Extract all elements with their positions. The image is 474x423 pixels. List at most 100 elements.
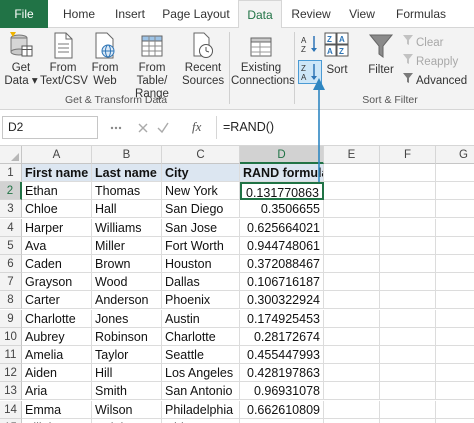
empty-cell[interactable] (436, 382, 474, 401)
table-cell[interactable]: Williams (92, 218, 162, 237)
table-cell[interactable]: Ava (22, 236, 92, 255)
empty-cell[interactable] (324, 200, 380, 219)
table-cell[interactable]: 0.625664021 (240, 218, 324, 237)
column-header-e[interactable]: E (324, 146, 380, 164)
table-cell[interactable]: 0.174925453 (240, 309, 324, 328)
table-cell[interactable]: Charlotte (22, 309, 92, 328)
empty-cell[interactable] (380, 418, 436, 423)
table-cell[interactable]: 0.372088467 (240, 255, 324, 273)
tab-insert[interactable]: Insert (106, 0, 154, 28)
table-cell[interactable]: Aubrey (22, 327, 92, 346)
empty-cell[interactable] (380, 309, 436, 328)
get-data-button[interactable]: Get Data ▾ (4, 32, 38, 88)
row-header[interactable]: 4 (0, 218, 22, 237)
table-cell[interactable]: 0.662610809 (240, 400, 324, 419)
table-cell[interactable]: 0.944748061 (240, 236, 324, 255)
empty-cell[interactable] (324, 364, 380, 383)
table-cell[interactable]: Philadelphia (162, 400, 240, 419)
table-cell[interactable]: Thomas (92, 182, 162, 201)
header-cell[interactable]: Last name (92, 164, 162, 182)
formula-input[interactable]: =RAND() (216, 116, 472, 139)
from-web-button[interactable]: From Web (88, 32, 122, 88)
row-header[interactable]: 14 (0, 400, 22, 419)
empty-cell[interactable] (436, 346, 474, 364)
cancel-entry-icon[interactable] (136, 116, 150, 139)
tab-home[interactable]: Home (52, 0, 106, 28)
empty-cell[interactable] (324, 164, 380, 182)
row-header[interactable]: 3 (0, 200, 22, 219)
empty-cell[interactable] (380, 164, 436, 182)
row-header[interactable]: 5 (0, 236, 22, 255)
filter-button[interactable]: Filter (364, 32, 398, 77)
empty-cell[interactable] (436, 273, 474, 292)
empty-cell[interactable] (380, 182, 436, 201)
column-header-c[interactable]: C (162, 146, 240, 164)
empty-cell[interactable] (436, 310, 474, 328)
table-cell[interactable]: New York (162, 182, 240, 201)
tab-file[interactable]: File (0, 0, 48, 28)
empty-cell[interactable] (380, 327, 436, 346)
row-header[interactable]: 6 (0, 255, 22, 273)
recent-sources-button[interactable]: Recent Sources (182, 32, 224, 88)
table-cell[interactable]: Ethan (22, 182, 92, 201)
empty-cell[interactable] (324, 218, 380, 237)
column-header-a[interactable]: A (22, 146, 92, 164)
table-cell[interactable]: Fort Worth (162, 236, 240, 255)
empty-cell[interactable] (436, 401, 474, 419)
table-cell[interactable]: Hall (92, 200, 162, 219)
table-cell[interactable]: San Antonio (162, 382, 240, 401)
row-header[interactable]: 1 (0, 164, 22, 182)
row-header[interactable]: 13 (0, 382, 22, 401)
table-cell[interactable]: Elijah (22, 418, 92, 423)
empty-cell[interactable] (380, 291, 436, 310)
table-cell[interactable]: 0.545732169 (240, 418, 324, 423)
empty-cell[interactable] (436, 164, 474, 182)
row-header[interactable]: 10 (0, 327, 22, 346)
empty-cell[interactable] (436, 182, 474, 201)
table-cell[interactable]: 0.428197863 (240, 364, 324, 383)
table-cell[interactable]: Harper (22, 218, 92, 237)
empty-cell[interactable] (436, 291, 474, 310)
reapply-button[interactable]: Reapply (402, 53, 458, 69)
table-cell[interactable]: Austin (162, 309, 240, 328)
table-cell[interactable]: Houston (162, 255, 240, 273)
table-cell[interactable]: 0.96931078 (240, 382, 324, 401)
table-cell[interactable]: Emma (22, 400, 92, 419)
row-header[interactable]: 12 (0, 364, 22, 383)
empty-cell[interactable] (324, 236, 380, 255)
table-cell[interactable]: Carter (22, 291, 92, 310)
empty-cell[interactable] (436, 200, 474, 219)
table-cell[interactable]: Caden (22, 255, 92, 273)
row-header[interactable]: 8 (0, 291, 22, 310)
empty-cell[interactable] (380, 364, 436, 383)
tab-formulas[interactable]: Formulas (388, 0, 454, 28)
from-text-csv-button[interactable]: From Text/CSV (40, 32, 88, 88)
clear-filter-button[interactable]: Clear (402, 34, 443, 50)
table-cell[interactable]: Wilson (92, 400, 162, 419)
empty-cell[interactable] (380, 346, 436, 364)
column-header-f[interactable]: F (380, 146, 436, 164)
empty-cell[interactable] (436, 364, 474, 383)
empty-cell[interactable] (436, 237, 474, 255)
table-cell[interactable]: Aiden (22, 364, 92, 383)
header-cell[interactable]: City (162, 164, 240, 182)
sort-a-to-z-button[interactable]: A Z (300, 34, 320, 54)
table-cell[interactable]: Wright (92, 418, 162, 423)
empty-cell[interactable] (436, 328, 474, 346)
column-header-g[interactable]: G (436, 146, 474, 164)
empty-cell[interactable] (380, 218, 436, 237)
empty-cell[interactable] (324, 418, 380, 423)
existing-connections-button[interactable]: Existing Connections (231, 32, 295, 88)
table-cell[interactable]: 0.106716187 (240, 273, 324, 292)
table-cell[interactable]: Robinson (92, 327, 162, 346)
tab-page-layout[interactable]: Page Layout (156, 0, 236, 28)
empty-cell[interactable] (324, 309, 380, 328)
tab-review[interactable]: Review (284, 0, 338, 28)
table-cell[interactable]: Aria (22, 382, 92, 401)
empty-cell[interactable] (324, 382, 380, 401)
empty-cell[interactable] (380, 273, 436, 292)
from-table-range-button[interactable]: From Table/ Range (123, 32, 181, 101)
column-header-b[interactable]: B (92, 146, 162, 164)
table-cell[interactable]: Amelia (22, 346, 92, 364)
empty-cell[interactable] (436, 419, 474, 423)
